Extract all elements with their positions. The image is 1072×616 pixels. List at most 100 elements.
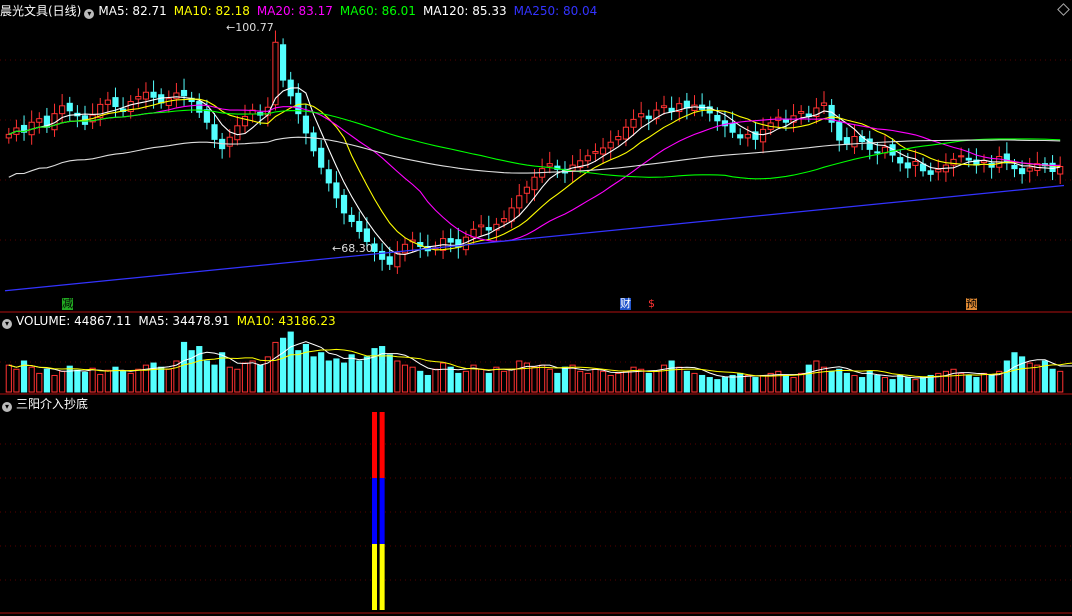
volume-label: VOLUME: 44867.11 — [16, 314, 132, 328]
volume-bar — [36, 372, 43, 393]
volume-bar — [211, 364, 218, 393]
candle — [958, 155, 965, 158]
volume-bar — [561, 366, 569, 393]
volume-bar — [81, 371, 89, 393]
volume-bar — [13, 368, 20, 393]
event-flag-dividend[interactable]: $ — [648, 298, 655, 310]
volume-bar — [790, 377, 797, 393]
candle — [203, 109, 210, 123]
candle — [348, 214, 355, 222]
volume-bar — [676, 366, 683, 393]
volume-bar — [904, 377, 911, 393]
volume-bar — [104, 369, 111, 393]
volume-bar — [295, 350, 302, 393]
candle — [66, 102, 73, 112]
volume-bar — [180, 341, 188, 393]
candle — [782, 119, 790, 123]
volume-bar — [874, 374, 881, 393]
volume-dropdown-icon[interactable]: ▾ — [2, 319, 12, 329]
volume-bar — [706, 377, 713, 393]
candle — [897, 157, 904, 164]
event-flag-forecast[interactable]: 预 — [966, 298, 977, 310]
volume-bar — [249, 360, 256, 393]
volume-bar — [1049, 368, 1056, 393]
candle — [874, 151, 881, 154]
volume-bar — [942, 370, 950, 393]
volume-bar — [493, 366, 500, 393]
vol-ma10-label: MA10: 43186.23 — [236, 314, 336, 328]
candle — [950, 158, 957, 166]
candle — [1049, 162, 1056, 172]
volume-bar — [851, 374, 858, 393]
volume-bar — [333, 358, 340, 393]
volume-bar — [241, 362, 249, 393]
candle — [759, 128, 767, 143]
candle — [340, 194, 348, 214]
indicator-dropdown-icon[interactable]: ▾ — [2, 402, 12, 412]
indicator-bar — [372, 478, 378, 544]
volume-bar — [394, 360, 401, 393]
volume-bar — [607, 374, 614, 393]
volume-bar — [782, 374, 790, 393]
volume-bar — [485, 372, 492, 393]
volume-bar — [729, 374, 736, 393]
candle — [744, 133, 751, 139]
event-flag-reduce[interactable]: 减 — [62, 298, 73, 310]
dropdown-icon[interactable]: ▾ — [84, 9, 95, 19]
candle — [660, 105, 668, 109]
candle — [737, 134, 744, 139]
candle — [714, 114, 721, 122]
ma60-label: MA60: 86.01 — [339, 4, 416, 18]
volume-bar — [1019, 356, 1026, 393]
candle — [226, 136, 233, 147]
volume-bar — [531, 366, 538, 393]
volume-bar — [348, 354, 355, 393]
candle — [638, 113, 645, 118]
candle — [523, 186, 530, 194]
candle — [843, 137, 850, 145]
candle — [927, 170, 934, 175]
volume-bar — [622, 370, 630, 393]
indicator-legend: ▾ 三阳介入抄底 — [0, 395, 95, 413]
volume-bar — [714, 379, 721, 393]
candle — [615, 136, 622, 141]
candle — [173, 92, 180, 100]
candle — [5, 133, 12, 139]
candle — [302, 115, 310, 134]
candle — [500, 218, 508, 223]
candle — [36, 118, 43, 123]
volume-bar — [1011, 352, 1018, 393]
volume-bar — [165, 368, 172, 393]
volume-bar — [135, 368, 142, 393]
candle — [599, 147, 607, 155]
volume-bar — [638, 368, 645, 393]
volume-bar — [599, 370, 607, 393]
event-flag-finance[interactable]: 财 — [620, 298, 631, 310]
volume-bar — [668, 360, 675, 393]
volume-bar — [28, 366, 35, 393]
volume-bar — [965, 374, 972, 393]
volume-bar — [127, 372, 134, 393]
volume-bar — [950, 368, 957, 393]
stock-title: 晨光文具(日线) — [0, 4, 82, 18]
volume-bar — [5, 364, 12, 393]
volume-bar — [569, 364, 576, 393]
candle — [645, 115, 652, 120]
volume-bar — [539, 364, 546, 393]
volume-bar — [1057, 370, 1064, 393]
candle — [356, 220, 363, 232]
volume-bar — [828, 370, 835, 393]
volume-bar — [59, 370, 66, 393]
candle — [363, 228, 370, 242]
candle — [729, 122, 736, 133]
volume-bar — [386, 354, 393, 393]
candle — [1003, 153, 1010, 164]
indicator-bar — [372, 544, 378, 610]
volume-bar — [683, 370, 690, 393]
candle — [622, 126, 630, 140]
ma5-label: MA5: 82.71 — [98, 4, 167, 18]
volume-bar — [508, 368, 515, 393]
candle — [584, 155, 591, 162]
volume-bar — [318, 352, 325, 393]
volume-bar — [645, 372, 652, 393]
